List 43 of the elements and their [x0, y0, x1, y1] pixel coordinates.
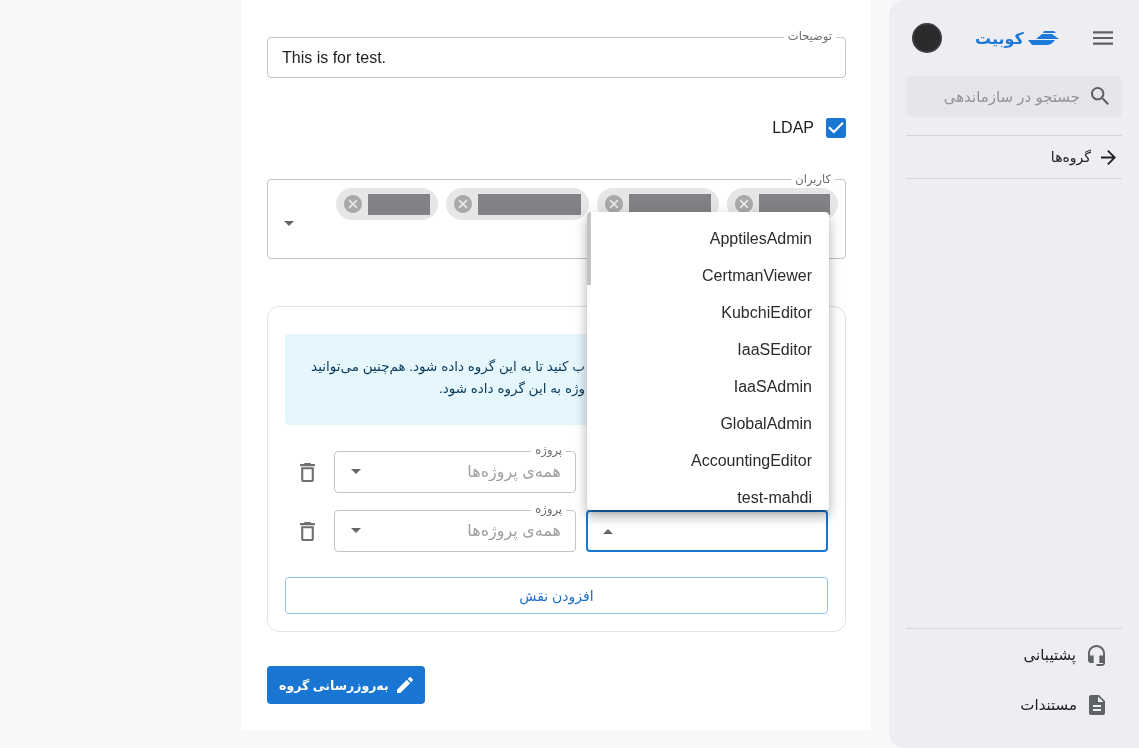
menu-option[interactable]: AccountingEditor [587, 442, 829, 479]
pencil-icon [396, 677, 413, 693]
field-label: توضیحات [783, 29, 836, 44]
caret-icon [284, 220, 294, 226]
avatar[interactable] [912, 23, 942, 53]
close-icon[interactable] [735, 195, 753, 213]
caret-icon [603, 528, 613, 534]
user-chip[interactable] [446, 188, 589, 220]
arrow-icon [1101, 149, 1116, 165]
menu-option[interactable]: GlobalAdmin [587, 405, 829, 442]
menu-option[interactable]: IaaSEditor [587, 331, 829, 368]
headset-icon [1088, 644, 1105, 666]
field-label: کاربران [791, 172, 835, 187]
caret-icon [351, 528, 361, 533]
menu-option[interactable]: CertmanViewer [587, 257, 829, 294]
info-text: ب کنید تا به این گروه داده شود. هم‌چنین می‌توانید [311, 358, 585, 376]
brand-name: کوبیت [975, 28, 1024, 48]
checkbox[interactable] [826, 118, 846, 138]
menu-option[interactable]: test-mahdi [587, 479, 829, 510]
add-role-button[interactable]: افزودن نقش [285, 577, 828, 614]
close-icon[interactable] [605, 195, 623, 213]
ship-icon [1027, 31, 1060, 45]
info-text: وژه به این گروه داده شود. [439, 380, 585, 398]
trash-icon[interactable] [300, 521, 315, 541]
redacted-bar [759, 193, 830, 215]
trash-icon[interactable] [300, 462, 315, 482]
user-chip[interactable] [336, 188, 438, 220]
role-select[interactable] [586, 510, 828, 552]
document-icon [1089, 695, 1105, 715]
nav-item[interactable]: گروه‌ها [906, 136, 1122, 178]
update-group-button[interactable]: به‌روزرسانی گروه [267, 666, 425, 704]
sidebar-link[interactable]: مستندات [906, 680, 1122, 730]
checkbox-label: LDAP [772, 119, 814, 137]
search-field[interactable]: جستجو در سازماندهی [906, 76, 1122, 117]
menu-option[interactable]: ApptilesAdmin [587, 220, 829, 257]
search-icon [1091, 87, 1109, 105]
redacted-bar [368, 193, 430, 215]
menu-option[interactable]: KubchiEditor [587, 294, 829, 331]
menu-option[interactable]: IaaSAdmin [587, 368, 829, 405]
caret-icon [351, 469, 361, 474]
menu-icon[interactable] [1093, 31, 1113, 45]
sidebar-link[interactable]: پشتیبانی [906, 630, 1122, 680]
scrollbar-thumb[interactable] [587, 212, 591, 285]
